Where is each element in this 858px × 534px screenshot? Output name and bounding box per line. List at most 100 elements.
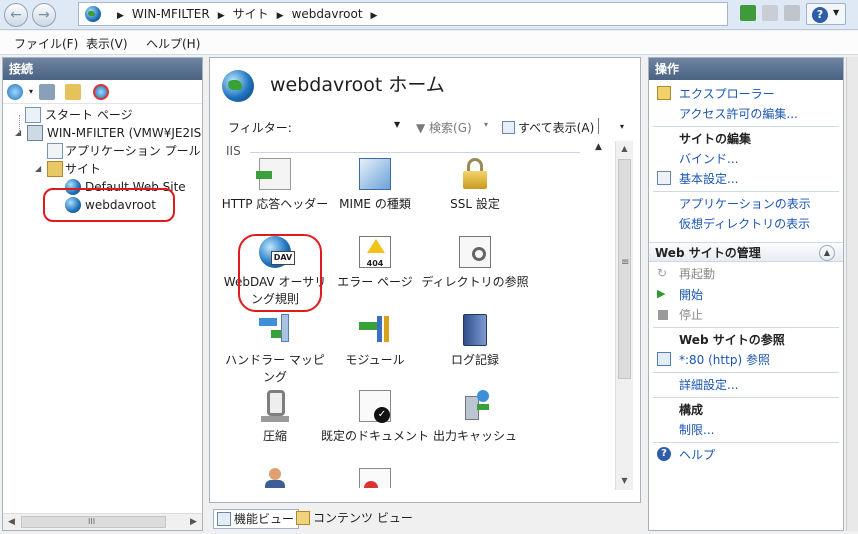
- show-all-icon: [502, 121, 515, 134]
- toolbar-separator: [598, 118, 599, 134]
- tab-content-view[interactable]: コンテンツ ビュー: [293, 509, 417, 529]
- collapse-group-icon[interactable]: ▲: [595, 142, 602, 152]
- action-bindings[interactable]: バインド...: [649, 149, 843, 169]
- scroll-right-icon[interactable]: ▶: [185, 514, 202, 530]
- address-field[interactable]: ▶ WIN-MFILTER ▶ サイト ▶ webdavroot ▶: [78, 2, 728, 26]
- chevron-down-icon[interactable]: ▾: [484, 120, 488, 129]
- menu-help[interactable]: ヘルプ(H): [146, 35, 200, 52]
- scroll-thumb[interactable]: ≡: [618, 159, 631, 379]
- breadcrumb-item[interactable]: サイト: [233, 7, 269, 21]
- action-browse[interactable]: *:80 (http) 参照: [649, 350, 843, 370]
- section-heading: サイトの編集: [649, 129, 843, 149]
- manage-site-header[interactable]: Web サイトの管理 ▲: [649, 242, 843, 262]
- feature-modules[interactable]: モジュール: [320, 314, 430, 369]
- action-label: アプリケーションの表示: [679, 197, 811, 211]
- feature-label: エラー ページ: [337, 275, 413, 289]
- tree-item-label: WIN-MFILTER (VMW¥JE2IS: [47, 126, 202, 140]
- disconnect-icon[interactable]: [93, 84, 109, 100]
- tab-features-view[interactable]: 機能ビュー: [213, 509, 300, 529]
- feature-compression[interactable]: 圧縮: [220, 390, 330, 445]
- refresh-icon[interactable]: [740, 5, 756, 21]
- action-limits[interactable]: 制限...: [649, 420, 843, 440]
- tree-item-server[interactable]: ◢ WIN-MFILTER (VMW¥JE2IS: [3, 124, 202, 142]
- connections-toolbar: ▾: [3, 80, 202, 104]
- action-view-virtual-dirs[interactable]: 仮想ディレクトリの表示: [649, 214, 843, 234]
- breadcrumb-item[interactable]: webdavroot: [292, 7, 363, 21]
- error-page-icon: 404: [359, 236, 391, 268]
- app-pool-icon: [47, 143, 63, 159]
- mime-types-icon: [359, 158, 391, 190]
- actions-title: 操作: [649, 58, 843, 80]
- save-icon[interactable]: [39, 84, 55, 100]
- action-explore[interactable]: エクスプローラー: [649, 84, 843, 104]
- back-button[interactable]: ←: [4, 3, 28, 27]
- site-globe-icon: [222, 70, 254, 102]
- chevron-right-icon[interactable]: ▶: [371, 11, 378, 21]
- action-start[interactable]: ▶ 開始: [649, 285, 843, 305]
- section-divider: [653, 327, 839, 328]
- up-folder-icon[interactable]: [65, 84, 81, 100]
- feature-logging[interactable]: ログ記録: [420, 314, 530, 369]
- browse-icon: [657, 352, 671, 366]
- chevron-down-icon: ▼: [833, 8, 840, 17]
- feature-mime-types[interactable]: MIME の種類: [320, 158, 430, 213]
- overflow-chevron-icon[interactable]: ▾: [620, 122, 624, 131]
- filter-label: フィルター:: [228, 121, 292, 135]
- feature-label: ログ記録: [450, 353, 499, 367]
- feature-authorization-rules[interactable]: [320, 468, 430, 488]
- feature-label: 圧縮: [262, 429, 287, 443]
- action-label: エクスプローラー: [679, 87, 775, 101]
- feature-directory-browsing[interactable]: ディレクトリの参照: [420, 236, 530, 291]
- feature-output-caching[interactable]: 出力キャッシュ: [420, 390, 530, 445]
- help-dropdown-button[interactable]: ? ▼: [806, 3, 846, 25]
- menu-file[interactable]: ファイル(F): [14, 35, 78, 52]
- feature-handler-mappings[interactable]: ハンドラー マッピング: [220, 314, 330, 386]
- feature-authentication[interactable]: [220, 468, 330, 488]
- feature-ssl-settings[interactable]: SSL 設定: [420, 158, 530, 213]
- connect-icon[interactable]: [7, 84, 23, 100]
- search-button[interactable]: ▼ 検索(G): [416, 119, 472, 136]
- help-icon: ?: [812, 7, 828, 23]
- forward-button[interactable]: →: [32, 3, 56, 27]
- stop-icon[interactable]: [762, 5, 778, 21]
- tree-item-label: スタート ページ: [45, 108, 133, 122]
- collapse-arrow-icon[interactable]: ◢: [35, 160, 41, 178]
- action-basic-settings[interactable]: 基本設定...: [649, 169, 843, 189]
- connections-panel: 接続 ▾ スタート ページ ◢ WIN-MFILTER (VMW¥JE2IS ア…: [2, 57, 203, 531]
- action-edit-permissions[interactable]: アクセス許可の編集...: [649, 104, 843, 124]
- tree-item-start-page[interactable]: スタート ページ: [3, 106, 202, 124]
- action-help[interactable]: ? ヘルプ: [649, 445, 843, 465]
- menu-view[interactable]: 表示(V): [86, 35, 128, 52]
- feature-error-pages[interactable]: 404 エラー ページ: [320, 236, 430, 291]
- connections-title: 接続: [3, 58, 202, 80]
- content-view-icon: [296, 511, 310, 525]
- home-icon[interactable]: [784, 5, 800, 21]
- collapse-icon[interactable]: ▲: [819, 245, 835, 261]
- scroll-left-icon[interactable]: ◀: [3, 514, 20, 530]
- scroll-grip: III: [88, 517, 96, 526]
- directory-browsing-icon: [459, 236, 491, 268]
- scroll-thumb[interactable]: III: [21, 516, 166, 528]
- feature-default-document[interactable]: ✓ 既定のドキュメント: [320, 390, 430, 445]
- page-title: webdavroot ホーム: [270, 74, 445, 96]
- search-label: 検索(G): [429, 121, 472, 135]
- action-label: 仮想ディレクトリの表示: [679, 217, 811, 231]
- tree-item-label: サイト: [65, 162, 102, 176]
- action-view-applications[interactable]: アプリケーションの表示: [649, 194, 843, 214]
- breadcrumb-item[interactable]: WIN-MFILTER: [132, 7, 210, 21]
- horizontal-scrollbar[interactable]: ◀ III ▶: [3, 513, 202, 530]
- feature-label: モジュール: [345, 353, 405, 367]
- chevron-right-icon: ▶: [276, 11, 284, 21]
- action-advanced-settings[interactable]: 詳細設定...: [649, 375, 843, 395]
- back-arrow-icon: ←: [10, 7, 22, 23]
- filter-dropdown-icon[interactable]: ▼: [394, 120, 400, 129]
- tree-item-sites[interactable]: ◢ サイト: [3, 160, 202, 178]
- scroll-down-icon[interactable]: ▼: [616, 473, 633, 489]
- window-edge-scrollbar[interactable]: [846, 57, 858, 531]
- scroll-up-icon[interactable]: ▲: [616, 141, 633, 157]
- show-all-button[interactable]: すべて表示(A): [502, 119, 594, 136]
- vertical-scrollbar[interactable]: ▲ ≡ ▼: [615, 141, 633, 490]
- feature-http-response-headers[interactable]: HTTP 応答ヘッダー: [220, 158, 330, 213]
- tree-item-app-pools[interactable]: アプリケーション プール: [3, 142, 202, 160]
- handler-mappings-icon: [259, 314, 291, 346]
